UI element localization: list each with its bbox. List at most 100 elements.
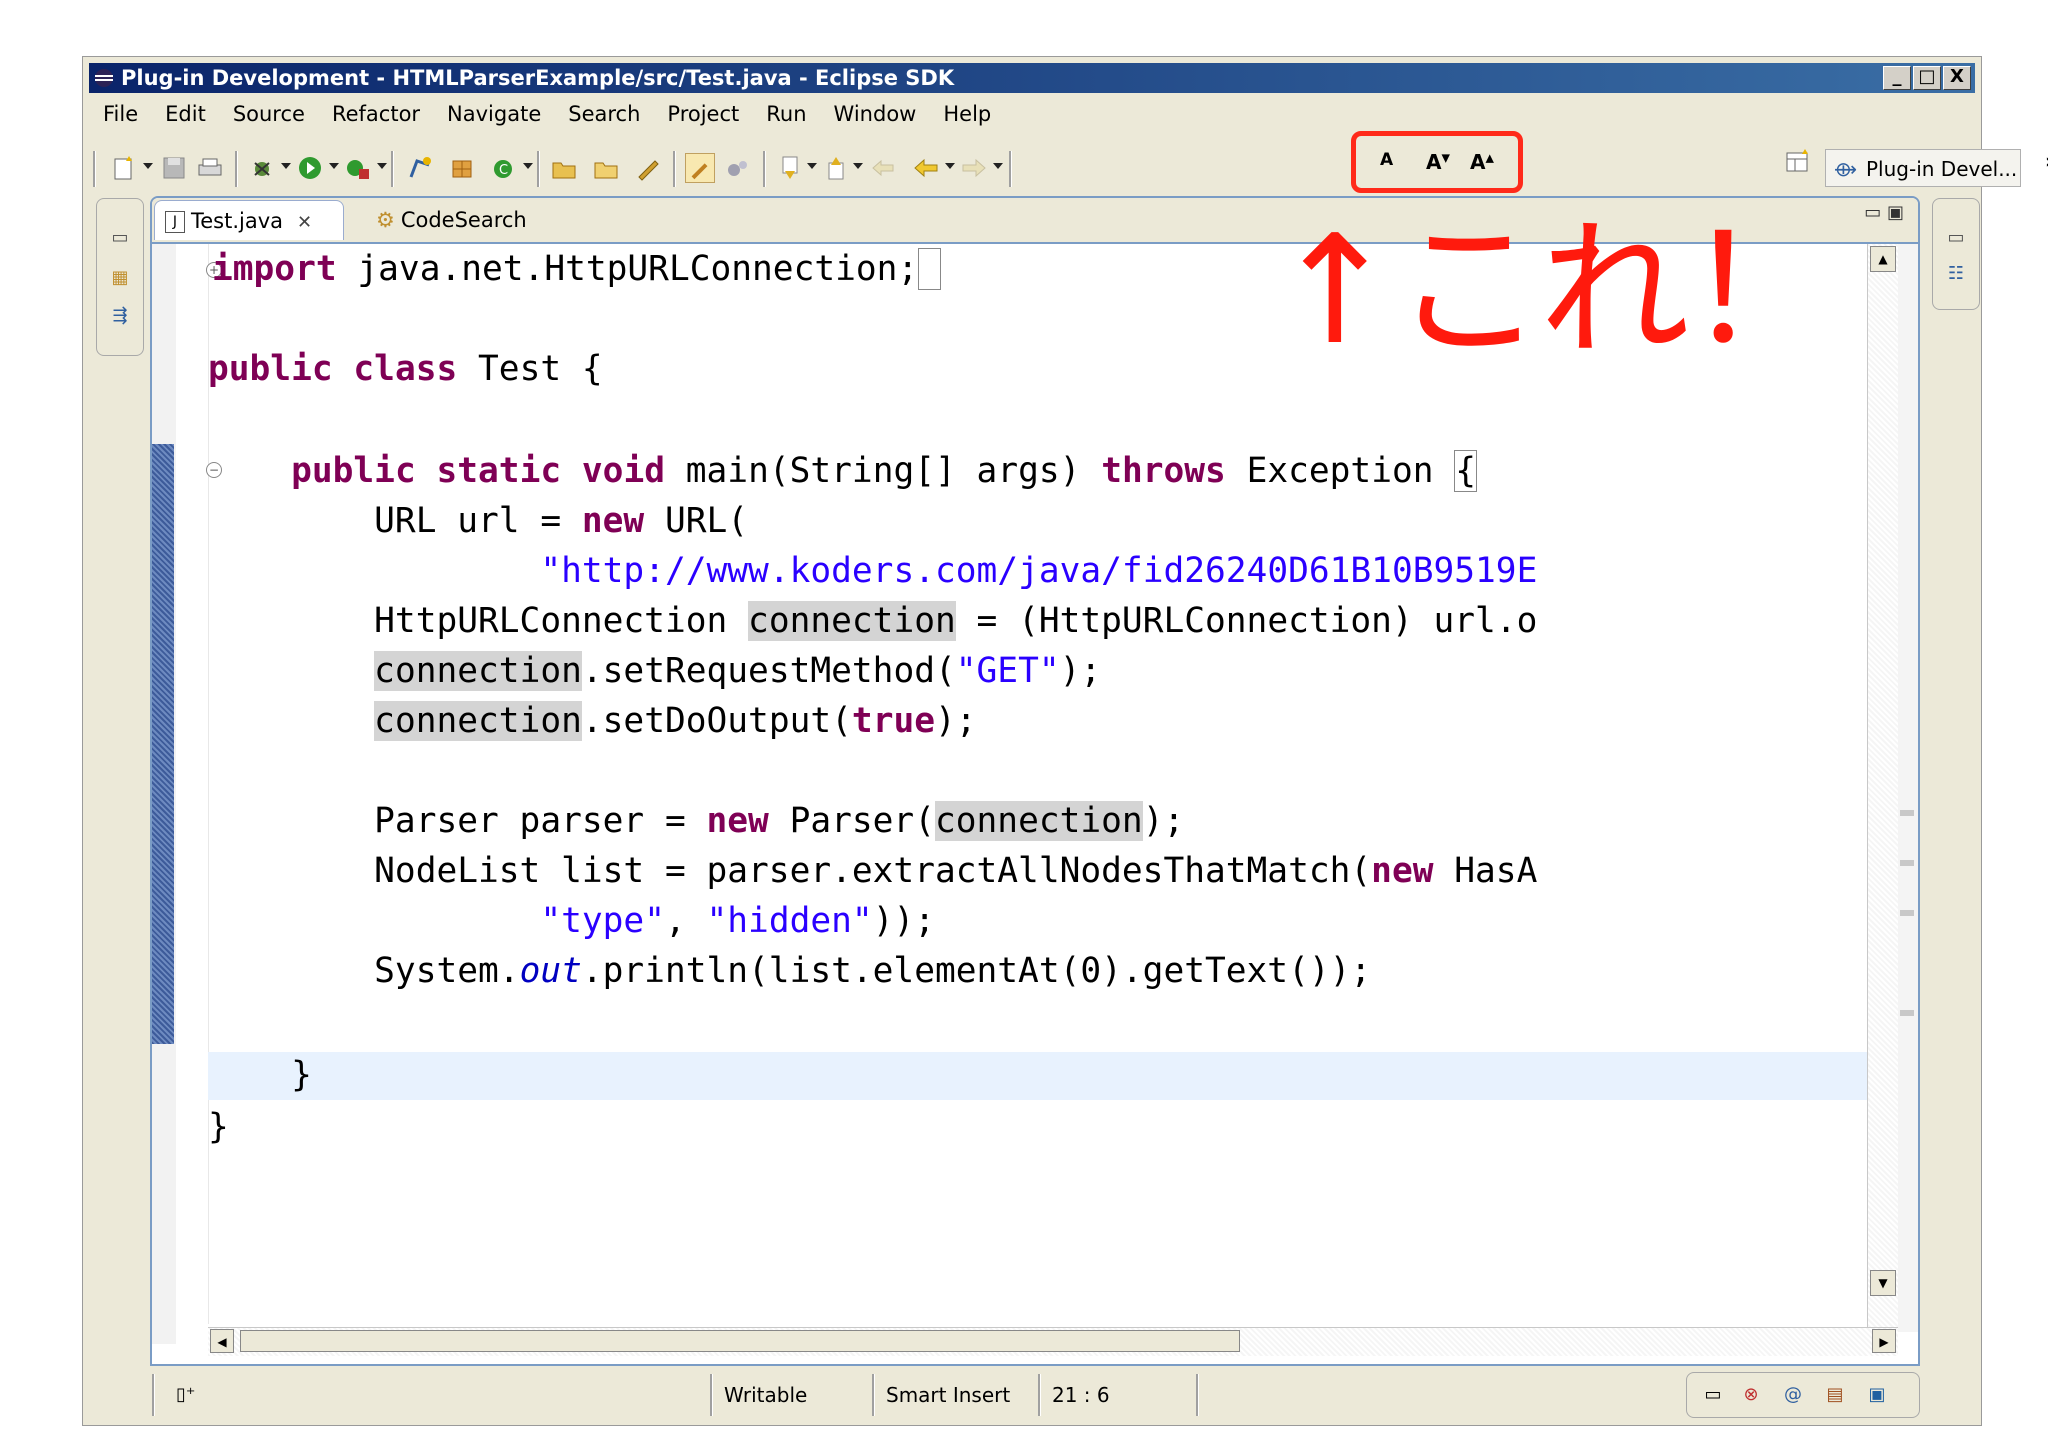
occurrence-marker[interactable] (1900, 1010, 1914, 1016)
toolbar-separator (1009, 151, 1012, 187)
back-dropdown-arrow[interactable] (945, 163, 955, 169)
print-icon[interactable] (195, 153, 225, 183)
tab-label: CodeSearch (400, 208, 527, 232)
open-task-icon[interactable] (633, 153, 663, 183)
status-separator (872, 1374, 875, 1416)
previous-annotation-dropdown-arrow[interactable] (853, 163, 863, 169)
hierarchy-icon[interactable]: ⇶ (109, 305, 131, 327)
open-type-icon[interactable] (549, 153, 579, 183)
restore-icon[interactable]: ▭ (1701, 1383, 1725, 1407)
plugin-perspective-icon: ⟴ (1834, 157, 1858, 181)
show-whitespace-icon[interactable] (723, 153, 753, 183)
menu-file[interactable]: File (89, 97, 151, 131)
close-button[interactable]: X (1943, 66, 1971, 90)
toolbar-separator (537, 151, 540, 187)
forward-dropdown-arrow[interactable] (993, 163, 1003, 169)
declaration-icon[interactable]: ▤ (1823, 1383, 1847, 1407)
bottom-trim-stack: ▭ ⊗ @ ▤ ▣ (1686, 1372, 1920, 1418)
status-writable: Writable (724, 1383, 808, 1407)
status-separator (710, 1374, 713, 1416)
external-tools-dropdown-arrow[interactable] (377, 163, 387, 169)
new-package-icon[interactable] (447, 153, 477, 183)
minimize-maximize-icons[interactable]: ▭ ▣ (1864, 202, 1904, 223)
minimize-button[interactable]: _ (1883, 66, 1911, 90)
code-line: } (208, 1055, 312, 1095)
code-line: HttpURLConnection connection = (HttpURLC… (208, 601, 1538, 641)
menu-search[interactable]: Search (554, 97, 653, 131)
outline-icon[interactable]: ☷ (1945, 263, 1967, 285)
debug-icon[interactable] (247, 153, 277, 183)
font-decrease-label: A (1426, 150, 1442, 174)
vertical-ruler: + − (176, 244, 222, 1324)
code-line: URL url = new URL( (208, 501, 749, 541)
scroll-right-button[interactable]: ▶ (1872, 1329, 1896, 1353)
font-increase-button[interactable]: A▲ (1470, 150, 1494, 174)
menu-help[interactable]: Help (929, 97, 1004, 131)
menu-navigate[interactable]: Navigate (433, 97, 554, 131)
toggle-mark-occurrences-icon[interactable] (685, 153, 715, 183)
tab-codesearch[interactable]: ⚙ CodeSearch (358, 200, 558, 240)
menu-refactor[interactable]: Refactor (318, 97, 433, 131)
font-decrease-button[interactable]: A▼ (1426, 150, 1450, 174)
font-size-buttons-highlight: A A▼ A▲ (1351, 131, 1523, 193)
occurrence-marker[interactable] (1900, 860, 1914, 866)
run-dropdown-arrow[interactable] (329, 163, 339, 169)
new-icon[interactable] (109, 153, 139, 183)
font-increase-label: A (1470, 150, 1486, 174)
fast-view-icon[interactable]: ▯⁺ (176, 1376, 195, 1414)
toolbar-separator (93, 151, 96, 187)
run-icon[interactable] (295, 153, 325, 183)
javadoc-icon[interactable]: @ (1781, 1383, 1805, 1407)
menu-source[interactable]: Source (219, 97, 318, 131)
eclipse-icon (95, 69, 113, 87)
new-dropdown-arrow[interactable] (143, 163, 153, 169)
code-line: import java.net.HttpURLConnection; (212, 244, 941, 294)
tab-test-java[interactable]: J Test.java ✕ (154, 200, 344, 240)
right-trim-stack: ▭ ☷ (1932, 198, 1980, 310)
status-separator (1196, 1374, 1199, 1416)
code-line: "type", "hidden")); (540, 901, 935, 941)
problems-icon[interactable]: ⊗ (1739, 1383, 1763, 1407)
next-annotation-dropdown-arrow[interactable] (807, 163, 817, 169)
overview-ruler (1898, 244, 1918, 1332)
package-explorer-icon[interactable]: ▦ (109, 267, 131, 289)
menu-edit[interactable]: Edit (151, 97, 219, 131)
scroll-up-button[interactable]: ▲ (1870, 246, 1896, 272)
restore-icon[interactable]: ▭ (1945, 227, 1967, 249)
open-resource-icon[interactable] (591, 153, 621, 183)
maximize-button[interactable]: □ (1913, 66, 1941, 90)
debug-dropdown-arrow[interactable] (281, 163, 291, 169)
last-edit-location-icon[interactable] (869, 153, 899, 183)
vertical-scrollbar[interactable]: ▲ ▼ (1867, 244, 1898, 1332)
title-bar[interactable]: Plug-in Development - HTMLParserExample/… (89, 63, 1975, 93)
new-java-project-icon[interactable] (405, 153, 435, 183)
next-annotation-icon[interactable] (775, 153, 805, 183)
forward-icon[interactable] (959, 153, 989, 183)
occurrence-marker[interactable] (1900, 810, 1914, 816)
horizontal-scrollbar[interactable]: ◀ ▶ (208, 1327, 1898, 1356)
code-line: "http://www.koders.com/java/fid26240D61B… (540, 551, 1538, 591)
menu-run[interactable]: Run (752, 97, 819, 131)
status-bar: ▯⁺ Writable Smart Insert 21 : 6 ▭ ⊗ @ ▤ … (96, 1372, 1980, 1418)
occurrence-marker[interactable] (1900, 910, 1914, 916)
scroll-left-button[interactable]: ◀ (210, 1329, 234, 1353)
scroll-down-button[interactable]: ▼ (1870, 1270, 1896, 1296)
arrow-down-icon: ▼ (1441, 151, 1450, 165)
save-icon[interactable] (159, 153, 189, 183)
previous-annotation-icon[interactable] (821, 153, 851, 183)
console-icon[interactable]: ▣ (1865, 1383, 1889, 1407)
external-tools-icon[interactable] (343, 153, 373, 183)
code-area[interactable]: import java.net.HttpURLConnection; publi… (208, 244, 1898, 1324)
restore-icon[interactable]: ▭ (109, 227, 131, 249)
menu-window[interactable]: Window (820, 97, 930, 131)
back-icon[interactable] (911, 153, 941, 183)
new-class-icon[interactable]: C (489, 153, 519, 183)
horizontal-scroll-thumb[interactable] (240, 1330, 1240, 1352)
close-icon[interactable]: ✕ (297, 203, 312, 243)
menu-project[interactable]: Project (653, 97, 752, 131)
perspective-button[interactable]: ⟴ Plug-in Devel... (1825, 149, 2021, 187)
open-perspective-icon[interactable] (1783, 147, 1813, 177)
new-class-dropdown-arrow[interactable] (523, 163, 533, 169)
menu-bar: File Edit Source Refactor Navigate Searc… (89, 97, 1004, 131)
font-reset-button[interactable]: A (1380, 150, 1393, 170)
